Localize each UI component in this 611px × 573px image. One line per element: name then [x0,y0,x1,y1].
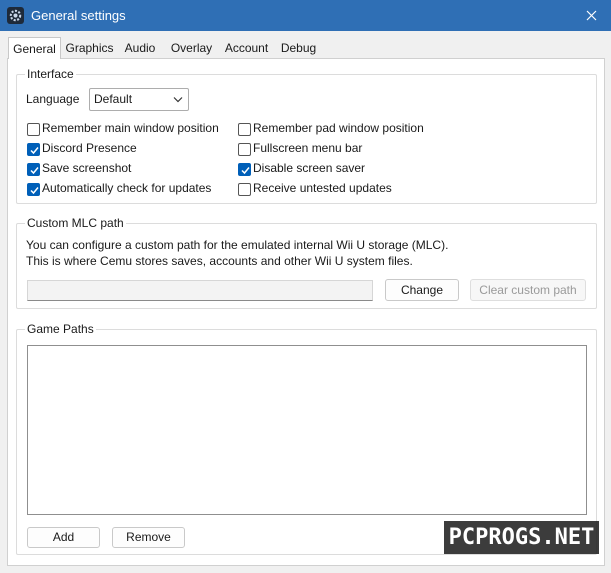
interface-group-title: Interface [25,66,76,82]
title-bar: General settings [0,0,611,31]
close-icon [586,10,597,21]
gear-icon [7,7,24,24]
game-paths-list[interactable] [27,345,587,515]
general-tab-panel: Interface Language Default Remember main… [7,58,605,566]
tab-overlay[interactable]: Overlay [166,39,217,58]
mlc-description-line2: This is where Cemu stores saves, account… [26,254,413,268]
tab-audio[interactable]: Audio [118,39,162,58]
remember-main-window-checkbox[interactable] [27,123,40,136]
checkmark-icon [241,167,250,175]
language-select-value: Default [94,92,133,106]
receive-untested-updates-label: Receive untested updates [253,181,392,195]
tab-graphics[interactable]: Graphics [62,39,117,58]
receive-untested-updates-checkbox[interactable] [238,183,251,196]
discord-presence-checkbox[interactable] [27,143,40,156]
save-screenshot-label: Save screenshot [42,161,132,175]
mlc-path-group: Custom MLC path You can configure a cust… [16,215,597,309]
auto-check-updates-checkbox[interactable] [27,183,40,196]
clear-custom-path-button[interactable]: Clear custom path [470,279,586,301]
checkmark-icon [30,167,39,175]
tab-account[interactable]: Account [220,39,273,58]
discord-presence-label: Discord Presence [42,141,137,155]
add-button[interactable]: Add [27,527,100,548]
mlc-group-title: Custom MLC path [25,215,126,231]
watermark: PCPROGS.NET [444,521,599,554]
game-paths-group-title: Game Paths [25,321,96,337]
chevron-down-icon [173,97,183,103]
fullscreen-menu-bar-checkbox[interactable] [238,143,251,156]
auto-check-updates-label: Automatically check for updates [42,181,212,195]
mlc-path-input[interactable] [27,280,373,301]
disable-screen-saver-checkbox[interactable] [238,163,251,176]
window-title: General settings [31,8,126,23]
remove-button[interactable]: Remove [112,527,185,548]
language-select[interactable]: Default [89,88,189,111]
language-label: Language [26,92,80,106]
change-button[interactable]: Change [385,279,459,301]
checkmark-icon [30,147,39,155]
mlc-description-line1: You can configure a custom path for the … [26,238,449,252]
tab-bar: General Graphics Audio Overlay Account D… [8,37,608,59]
remember-main-window-label: Remember main window position [42,121,219,135]
save-screenshot-checkbox[interactable] [27,163,40,176]
close-button[interactable] [575,0,609,31]
tab-general[interactable]: General [8,37,61,59]
fullscreen-menu-bar-label: Fullscreen menu bar [253,141,363,155]
tab-debug[interactable]: Debug [276,39,321,58]
remember-pad-window-label: Remember pad window position [253,121,424,135]
remember-pad-window-checkbox[interactable] [238,123,251,136]
interface-group: Interface Language Default Remember main… [16,66,597,204]
checkmark-icon [30,187,39,195]
disable-screen-saver-label: Disable screen saver [253,161,366,175]
